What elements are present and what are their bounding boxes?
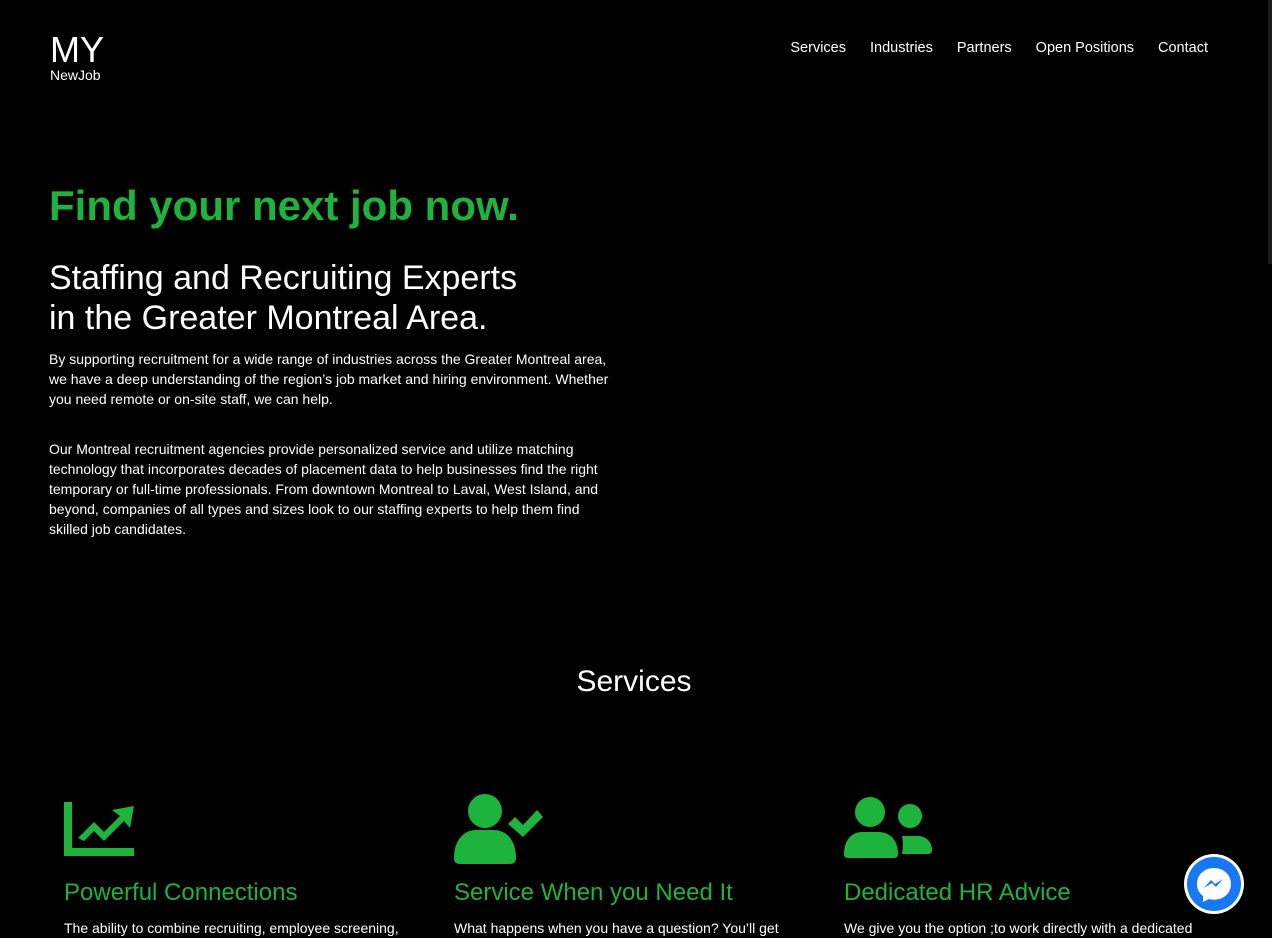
logo-sub-text: NewJob [50,67,101,83]
scrollbar[interactable] [1268,0,1272,264]
hero-subtitle-line2: in the Greater Montreal Area. [49,299,488,337]
page: MY NewJob Services Industries Partners O… [0,0,1272,938]
logo-main-text: MY [50,29,104,70]
messenger-chat-button[interactable] [1184,854,1244,914]
service-card-dedicated-hr-advice: Dedicated HR Advice We give you the opti… [844,792,1194,936]
service-card-service-when-you-need-it: Service When you Need It What happens wh… [454,792,804,936]
user-check-icon [454,794,543,864]
nav-item-open-positions[interactable]: Open Positions [1036,40,1134,56]
services-section-title: Services [576,665,692,698]
nav-item-partners[interactable]: Partners [957,40,1012,56]
chart-line-icon [64,802,134,856]
hero-subtitle-line1: Staffing and Recruiting Experts [49,259,518,297]
service-card-powerful-connections: Powerful Connections The ability to comb… [64,792,414,936]
service-title: Powerful Connections [64,879,298,906]
service-title: Dedicated HR Advice [844,879,1071,906]
hero-subtitle: Staffing and Recruiting Experts in the G… [49,258,609,338]
main-nav: Services Industries Partners Open Positi… [790,40,1208,56]
service-title: Service When you Need It [454,879,733,906]
site-logo[interactable]: MY NewJob [50,29,104,83]
nav-item-industries[interactable]: Industries [870,40,933,56]
hero-headline: Find your next job now. [49,182,519,229]
service-text: We give you the option ;to work directly… [844,920,1193,936]
users-icon [844,797,932,858]
nav-item-contact[interactable]: Contact [1158,40,1208,56]
hero-paragraph-1: By supporting recruitment for a wide ran… [49,351,609,407]
hero-paragraph-2: Our Montreal recruitment agencies provid… [49,441,599,537]
messenger-icon [1187,857,1241,911]
service-text: What happens when you have a question? Y… [454,920,779,936]
service-text: The ability to combine recruiting, emplo… [64,920,399,936]
nav-item-services[interactable]: Services [790,40,846,56]
